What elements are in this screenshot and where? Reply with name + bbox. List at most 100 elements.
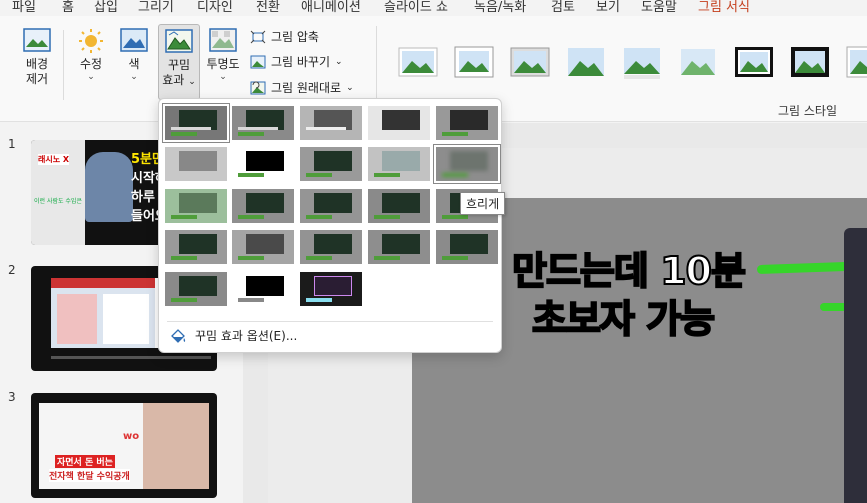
picture-styles-group-label: 그림 스타일 xyxy=(777,104,837,118)
tab-home[interactable]: 홈 xyxy=(62,0,74,15)
picture-style-8[interactable] xyxy=(790,44,830,80)
change-picture-label: 그림 바꾸기 xyxy=(271,55,331,69)
sun-icon xyxy=(79,29,103,53)
slide-number: 2 xyxy=(8,263,16,277)
chevron-down-icon: ⌄ xyxy=(130,72,138,82)
change-picture-button[interactable]: 그림 바꾸기 ⌄ xyxy=(250,53,343,70)
artistic-effects-options-button[interactable]: 꾸밈 효과 옵션(E)... xyxy=(169,327,297,344)
compress-icon xyxy=(250,30,266,43)
paint-bucket-icon xyxy=(171,328,186,343)
picture-style-9[interactable] xyxy=(846,44,867,80)
tab-transitions[interactable]: 전환 xyxy=(256,0,280,15)
slide2-progress xyxy=(51,356,211,359)
color-button[interactable]: 색 ⌄ xyxy=(119,28,149,82)
tab-file[interactable]: 파일 xyxy=(12,0,36,15)
picture-style-6[interactable] xyxy=(678,44,718,80)
slide1-badge: 래시노 X xyxy=(38,154,70,165)
slide3-badge: wo xyxy=(123,431,140,442)
ribbon-separator xyxy=(63,30,64,100)
tab-picture-format[interactable]: 그림 서식 xyxy=(698,0,750,15)
ribbon-separator xyxy=(376,26,377,102)
tab-review[interactable]: 검토 xyxy=(551,0,575,15)
slide1-caption: 이런 사람도 수입은 xyxy=(34,198,82,205)
effect-glow-edges[interactable] xyxy=(300,272,362,306)
reset-picture-button[interactable]: 그림 원래대로 ⌄ xyxy=(250,79,354,96)
effect-glow-diffused[interactable] xyxy=(368,147,430,181)
picture-style-7[interactable] xyxy=(734,44,774,80)
slide-text-line-1: 만드는데 10분 xyxy=(511,248,747,294)
effect-cement[interactable] xyxy=(165,230,227,264)
gallery-separator xyxy=(167,321,493,322)
artistic-effects-options-label: 꾸밈 효과 옵션(E)... xyxy=(195,329,298,343)
chevron-down-icon: ⌄ xyxy=(346,82,354,93)
picture-style-2[interactable] xyxy=(454,44,494,80)
chevron-down-icon: ⌄ xyxy=(87,72,95,82)
transparency-icon xyxy=(209,28,237,52)
artistic-effects-icon xyxy=(165,29,193,53)
color-label: 색 xyxy=(128,57,140,71)
tab-design[interactable]: 디자인 xyxy=(197,0,233,15)
slide-number: 3 xyxy=(8,390,16,404)
effect-mosaic-bubbles[interactable] xyxy=(368,189,430,223)
tab-insert[interactable]: 삽입 xyxy=(94,0,118,15)
effect-pastels-smooth[interactable] xyxy=(368,230,430,264)
transparency-label: 투명도 xyxy=(206,57,240,71)
artistic-effects-button[interactable]: 꾸밈 효과 ⌄ xyxy=(158,24,200,100)
tab-draw[interactable]: 그리기 xyxy=(138,0,174,15)
change-picture-icon xyxy=(250,55,266,68)
effect-paint-brush[interactable] xyxy=(300,147,362,181)
tab-slideshow[interactable]: 슬라이드 쇼 xyxy=(384,0,448,15)
corrections-button[interactable]: 수정 ⌄ xyxy=(74,28,108,82)
tab-animations[interactable]: 애니메이션 xyxy=(301,0,361,15)
effect-light-screen[interactable] xyxy=(165,189,227,223)
picture-color-icon xyxy=(120,28,148,52)
tab-record[interactable]: 녹음/녹화 xyxy=(474,0,526,15)
corrections-label: 수정 xyxy=(79,57,103,71)
reset-picture-icon xyxy=(250,81,266,94)
picture-style-1[interactable] xyxy=(398,44,438,80)
effect-crisscross-etching[interactable] xyxy=(300,230,362,264)
picture-style-5[interactable] xyxy=(622,44,662,80)
tab-help[interactable]: 도움말 xyxy=(641,0,677,15)
effect-marker[interactable] xyxy=(232,106,294,140)
effect-film-grain[interactable] xyxy=(300,189,362,223)
effect-line-drawing[interactable] xyxy=(436,106,498,140)
artistic-effects-label-2: 효과 xyxy=(162,73,185,87)
effect-plastic-wrap[interactable] xyxy=(436,230,498,264)
transparency-button[interactable]: 투명도 ⌄ xyxy=(204,28,242,82)
slide1-person xyxy=(85,152,133,222)
effect-pencil-sketch[interactable] xyxy=(368,106,430,140)
slide-thumbnail-3[interactable]: wo 자면서 돈 버는 전자책 한달 수익공개 xyxy=(31,393,217,498)
chevron-down-icon: ⌄ xyxy=(188,77,196,87)
remove-background-label-1: 배경 xyxy=(25,57,49,71)
slide-text-rest: 가능 xyxy=(633,296,716,342)
side-panel xyxy=(844,228,867,503)
blur-tooltip: 흐리게 xyxy=(460,192,506,215)
remove-background-button[interactable]: 배경 제거 xyxy=(20,28,54,87)
slide-text-green: 초보자 xyxy=(531,296,636,342)
effect-blur[interactable] xyxy=(433,144,501,184)
artistic-effects-gallery: 꾸밈 효과 옵션(E)... xyxy=(158,98,502,353)
picture-style-4[interactable] xyxy=(566,44,606,80)
effect-watercolor-sponge[interactable] xyxy=(232,189,294,223)
reset-picture-label: 그림 원래대로 xyxy=(271,81,342,95)
tab-view[interactable]: 보기 xyxy=(596,0,620,15)
remove-background-icon xyxy=(23,28,51,52)
chevron-down-icon: ⌄ xyxy=(219,72,227,82)
slide-number: 1 xyxy=(8,137,16,151)
slide-text-line-2: 초보자 가능 xyxy=(531,288,716,343)
compress-pictures-button[interactable]: 그림 압축 xyxy=(250,28,319,45)
effect-texturizer[interactable] xyxy=(232,230,294,264)
effect-photocopy[interactable] xyxy=(232,272,294,306)
artistic-effects-label-1: 꾸밈 xyxy=(167,58,191,72)
effect-paint-strokes[interactable] xyxy=(232,147,294,181)
effect-pencil-grayscale[interactable] xyxy=(300,106,362,140)
effect-none[interactable] xyxy=(162,103,230,143)
effect-cutout[interactable] xyxy=(165,272,227,306)
slide3-title: 자면서 돈 버는 xyxy=(55,455,115,468)
picture-style-3[interactable] xyxy=(510,44,550,80)
remove-background-label-2: 제거 xyxy=(25,72,49,86)
slide3-portrait xyxy=(143,403,209,489)
compress-label: 그림 압축 xyxy=(271,30,319,44)
effect-chalk-sketch[interactable] xyxy=(165,147,227,181)
